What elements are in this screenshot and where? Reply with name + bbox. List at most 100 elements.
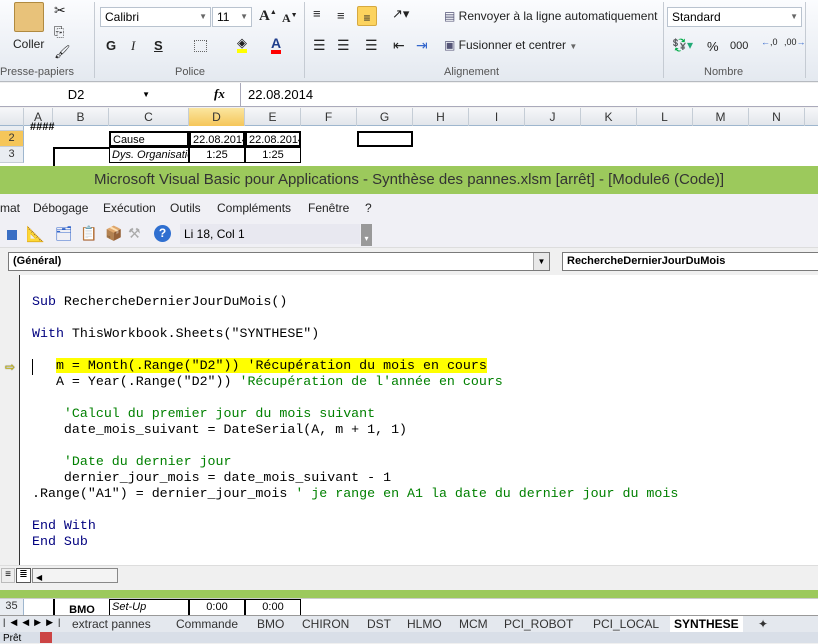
- sheet-tab[interactable]: CHIRON: [298, 616, 353, 633]
- menu-window[interactable]: Fenêtre: [308, 201, 349, 215]
- formula-input[interactable]: 22.08.2014: [248, 87, 313, 102]
- wrap-text-button[interactable]: ▤ Renvoyer à la ligne automatiquement: [444, 9, 657, 23]
- horizontal-scrollbar[interactable]: ◀: [32, 568, 118, 583]
- increase-decimal-button[interactable]: ←,0: [761, 38, 778, 47]
- column-header[interactable]: M: [693, 108, 749, 126]
- decrease-indent-icon[interactable]: ⇤: [393, 37, 405, 54]
- properties-icon[interactable]: 📋: [80, 225, 97, 242]
- object-combo[interactable]: (Général) ▼: [8, 252, 550, 271]
- code-line[interactable]: .Range("A1") = dernier_jour_mois ' je ra…: [32, 486, 678, 502]
- menu-help[interactable]: ?: [365, 201, 372, 215]
- sheet-tab[interactable]: BMO: [253, 616, 288, 633]
- sheet-tab[interactable]: extract pannes: [68, 616, 155, 633]
- reset-stop-icon[interactable]: [7, 230, 17, 240]
- align-top-icon[interactable]: ≡: [313, 6, 321, 21]
- code-line[interactable]: End Sub: [32, 534, 88, 550]
- object-browser-icon[interactable]: 📦: [105, 225, 122, 242]
- menu-run[interactable]: Exécution: [103, 201, 156, 215]
- menu-tools[interactable]: Outils: [170, 201, 201, 215]
- align-center-icon[interactable]: ☰: [337, 37, 350, 54]
- orientation-icon[interactable]: ↗▾: [392, 6, 409, 22]
- row-header[interactable]: 2: [0, 131, 24, 147]
- cell-b3[interactable]: [53, 147, 109, 166]
- sheet-grid[interactable]: #### 2 3 Cause 22.08.2014 22.08.2014 Dys…: [0, 121, 818, 166]
- menu-format[interactable]: mat: [0, 201, 20, 215]
- code-line[interactable]: 'Date du dernier jour: [32, 454, 232, 470]
- percent-button[interactable]: %: [707, 39, 719, 54]
- paste-button[interactable]: Coller: [13, 37, 44, 51]
- column-header[interactable]: H: [413, 108, 469, 126]
- name-box[interactable]: D2 ▼: [0, 85, 152, 105]
- cell-c3[interactable]: Dys. Organisatio: [109, 147, 189, 163]
- grow-font-icon[interactable]: A▲: [259, 8, 277, 25]
- align-bottom-icon[interactable]: ≡: [357, 6, 377, 26]
- help-icon[interactable]: ?: [154, 225, 171, 242]
- align-right-icon[interactable]: ☰: [365, 37, 378, 54]
- full-module-view-icon[interactable]: ≣: [16, 568, 31, 583]
- macro-record-icon[interactable]: [40, 632, 52, 643]
- currency-icon[interactable]: 💱▾: [672, 38, 693, 52]
- italic-button[interactable]: I: [131, 38, 135, 54]
- column-header[interactable]: K: [581, 108, 637, 126]
- cell-c35[interactable]: Set-Up: [109, 599, 189, 616]
- cut-icon[interactable]: ✂: [54, 2, 66, 19]
- row-header[interactable]: 35: [0, 599, 24, 616]
- code-line[interactable]: With ThisWorkbook.Sheets("SYNTHESE"): [32, 326, 319, 342]
- column-header[interactable]: E: [245, 108, 301, 126]
- sheet-tab[interactable]: SYNTHESE: [670, 616, 743, 633]
- fill-color-icon[interactable]: ◈: [237, 36, 247, 53]
- menu-debug[interactable]: Débogage: [33, 201, 88, 215]
- cell-e2[interactable]: 22.08.2014: [245, 131, 301, 147]
- column-header[interactable]: C: [109, 108, 189, 126]
- code-editor[interactable]: ⇨ Sub RechercheDernierJourDuMois() With T…: [0, 275, 818, 565]
- code-line[interactable]: date_mois_suivant = DateSerial(A, m + 1,…: [32, 422, 407, 438]
- cell-d35[interactable]: 0:00: [189, 599, 245, 616]
- cell-a1[interactable]: ####: [28, 120, 56, 134]
- sheet-tab[interactable]: MCM: [455, 616, 492, 633]
- cell-e3[interactable]: 1:25: [245, 147, 301, 163]
- font-size-select[interactable]: 11 ▼: [212, 7, 252, 27]
- cell-b35[interactable]: BMO: [53, 599, 109, 616]
- sheet-tab[interactable]: Commande: [172, 616, 242, 633]
- font-color-icon[interactable]: A: [271, 36, 282, 54]
- code-line[interactable]: Sub RechercheDernierJourDuMois(): [32, 294, 287, 310]
- align-left-icon[interactable]: ☰: [313, 37, 326, 54]
- cell-d2-active[interactable]: 22.08.2014: [189, 131, 245, 147]
- code-line[interactable]: A = Year(.Range("D2")) 'Récupération de …: [32, 374, 503, 390]
- borders-icon[interactable]: [194, 40, 207, 52]
- increase-indent-icon[interactable]: ⇥: [416, 37, 428, 54]
- column-header[interactable]: L: [637, 108, 693, 126]
- row-header[interactable]: 3: [0, 147, 24, 163]
- chevron-down-icon[interactable]: ▼: [533, 253, 549, 270]
- sheet-tab[interactable]: PCI_ROBOT: [500, 616, 577, 633]
- cell-e35[interactable]: 0:00: [245, 599, 301, 616]
- column-header[interactable]: G: [357, 108, 413, 126]
- toolbar-options-icon[interactable]: ▾: [361, 224, 372, 246]
- thousands-button[interactable]: 000: [730, 40, 748, 52]
- underline-button[interactable]: S: [154, 38, 163, 53]
- number-format-select[interactable]: Standard ▼: [667, 7, 802, 27]
- code-line-current[interactable]: m = Month(.Range("D2")) 'Récupération du…: [32, 358, 487, 374]
- decrease-decimal-button[interactable]: ,00→: [784, 38, 806, 47]
- code-line[interactable]: 'Calcul du premier jour du mois suivant: [32, 406, 375, 422]
- align-middle-icon[interactable]: ≡: [337, 8, 345, 23]
- margin-indicator-bar[interactable]: [0, 275, 20, 565]
- select-all-corner[interactable]: [0, 108, 24, 126]
- column-header[interactable]: J: [525, 108, 581, 126]
- cell-c2[interactable]: Cause: [109, 131, 189, 147]
- code-line[interactable]: End With: [32, 518, 96, 534]
- copy-icon[interactable]: ⎘: [54, 24, 64, 40]
- project-explorer-icon[interactable]: 🗂: [55, 225, 73, 242]
- column-header[interactable]: I: [469, 108, 525, 126]
- procedure-view-icon[interactable]: ≡: [1, 568, 15, 583]
- sheet-tab[interactable]: PCI_LOCAL: [589, 616, 663, 633]
- cell-d3[interactable]: 1:25: [189, 147, 245, 163]
- procedure-combo[interactable]: RechercheDernierJourDuMois: [562, 252, 818, 271]
- column-header[interactable]: F: [301, 108, 357, 126]
- column-header-selected[interactable]: D: [189, 108, 245, 126]
- sheet-tab[interactable]: HLMO: [403, 616, 446, 633]
- insert-sheet-icon[interactable]: ✦: [754, 616, 772, 633]
- scroll-left-icon[interactable]: ◀: [33, 573, 42, 582]
- column-header[interactable]: B: [53, 108, 109, 126]
- insert-function-button[interactable]: fx: [214, 86, 225, 102]
